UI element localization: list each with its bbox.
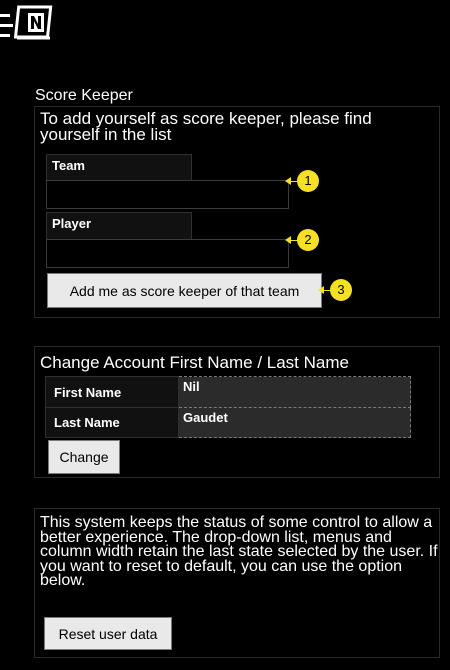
add-callout-badge: 3 <box>330 279 352 301</box>
add-score-keeper-button[interactable]: Add me as score keeper of that team <box>47 273 322 308</box>
reset-description: This system keeps the status of some con… <box>40 514 438 589</box>
account-title: Change Account First Name / Last Name <box>40 353 349 372</box>
team-callout-badge: 1 <box>297 170 319 192</box>
account-name-table: First Name Nil Last Name Gaudet <box>45 376 411 438</box>
app-logo-icon <box>13 4 58 44</box>
reset-user-data-button[interactable]: Reset user data <box>44 617 172 650</box>
team-label: Team <box>46 154 192 181</box>
first-name-field[interactable]: Nil <box>178 376 411 408</box>
player-callout-badge: 2 <box>297 229 319 251</box>
score-keeper-title: Score Keeper <box>35 87 133 104</box>
team-dropdown[interactable] <box>46 180 289 209</box>
player-dropdown[interactable] <box>46 239 289 268</box>
player-label: Player <box>46 212 192 240</box>
last-name-label: Last Name <box>45 407 179 438</box>
score-keeper-description: To add yourself as score keeper, please … <box>40 109 372 144</box>
change-button[interactable]: Change <box>48 440 120 474</box>
first-name-label: First Name <box>45 376 179 408</box>
last-name-field[interactable]: Gaudet <box>178 407 411 438</box>
